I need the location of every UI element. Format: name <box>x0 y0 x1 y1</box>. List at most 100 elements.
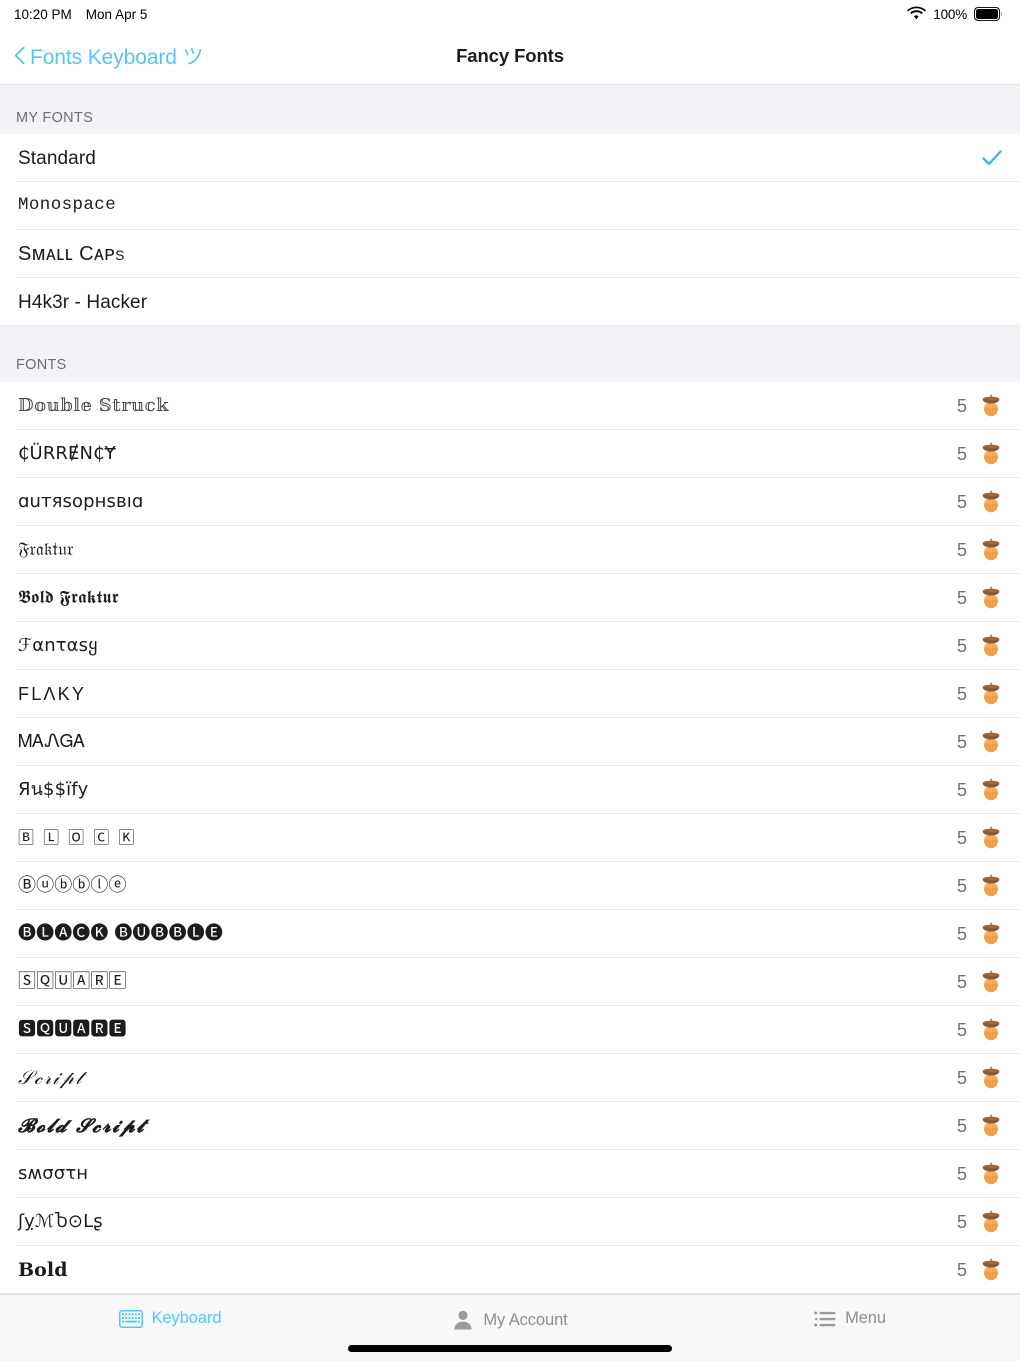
font-name: ᎷᎪᏁᏀᎪ <box>18 731 86 752</box>
row-accessory: 5 <box>957 1113 1004 1139</box>
list-item[interactable]: ₵ÜRRɆN₵Ɏ 5 <box>0 430 1020 478</box>
font-name: 𝐁𝐨𝐥𝐝 <box>18 1259 68 1281</box>
unlock-count: 5 <box>956 923 967 944</box>
acorn-icon <box>982 778 1000 801</box>
section-header-my-fonts: MY FONTS <box>0 105 1020 134</box>
font-name: ₵ÜRRɆN₵Ɏ <box>18 443 116 464</box>
acorn-icon <box>982 874 1000 897</box>
unlock-count: 5 <box>956 827 967 848</box>
list-item[interactable]: FLΛKY 5 <box>0 670 1020 718</box>
tab-menu[interactable]: Menu <box>680 1309 1020 1328</box>
acorn-currency[interactable] <box>978 969 1004 995</box>
acorn-currency[interactable] <box>978 585 1004 611</box>
acorn-currency[interactable] <box>978 681 1004 707</box>
row-accessory: 5 <box>957 729 1004 755</box>
status-time: 10:20 PM <box>14 6 72 22</box>
list-item[interactable]: 𝒮𝒸𝓇𝒾𝓅𝓉 5 <box>0 1054 1020 1102</box>
list-item[interactable]: 🄱 🄻 🄾 🄲 🄺 5 <box>0 814 1020 862</box>
row-accessory: 5 <box>957 441 1004 467</box>
acorn-currency[interactable] <box>978 1209 1004 1235</box>
unlock-count: 5 <box>956 683 967 704</box>
back-button[interactable]: Fonts Keyboard ツ <box>14 41 204 71</box>
acorn-icon <box>982 1162 1000 1185</box>
list-item[interactable]: 𝐁𝐨𝐥𝐝 5 <box>0 1246 1020 1294</box>
unlock-count: 5 <box>956 1019 967 1040</box>
list-item[interactable]: ꜱʍσστн 5 <box>0 1150 1020 1198</box>
unlock-count: 5 <box>956 587 967 608</box>
status-bar-right: 100% <box>907 6 1004 23</box>
list-item[interactable]: ʃỵℳႦ⊙Ⅼʂ 5 <box>0 1198 1020 1246</box>
font-name: FLΛKY <box>18 684 87 704</box>
battery-full-icon <box>974 7 1004 21</box>
font-name: ꜱʍσστн <box>18 1163 89 1184</box>
tab-my-account[interactable]: My Account <box>340 1309 680 1331</box>
list-item[interactable]: ℱαnταsყ 5 <box>0 622 1020 670</box>
list-item[interactable]: H4k3r - Hacker <box>0 278 1020 326</box>
list-item[interactable]: Яน$$ïfу 5 <box>0 766 1020 814</box>
acorn-icon <box>982 730 1000 753</box>
tab-label: Keyboard <box>151 1309 222 1327</box>
list-item[interactable]: Ⓑⓤⓑⓑⓛⓔ 5 <box>0 862 1020 910</box>
acorn-currency[interactable] <box>978 729 1004 755</box>
list-item[interactable]: 🅑🅛🅐🅒🅚 🅑🅤🅑🅑🅛🅔 5 <box>0 910 1020 958</box>
acorn-currency[interactable] <box>978 1065 1004 1091</box>
list-item[interactable]: 🅂🅀🅄🄰🅁🄴 5 <box>0 958 1020 1006</box>
font-name: ℱαnταsყ <box>18 635 98 656</box>
acorn-currency[interactable] <box>978 1017 1004 1043</box>
list-item[interactable]: 𝔉𝔯𝔞𝔨𝔱𝔲𝔯 5 <box>0 526 1020 574</box>
acorn-currency[interactable] <box>978 537 1004 563</box>
unlock-count: 5 <box>956 395 967 416</box>
acorn-currency[interactable] <box>978 1161 1004 1187</box>
acorn-icon <box>982 1066 1000 1089</box>
list-item[interactable]: 𝔻𝕠𝕦𝕓𝕝𝕖 𝕊𝕥𝕣𝕦𝕔𝕜 5 <box>0 382 1020 430</box>
list-item[interactable]: ᎷᎪᏁᏀᎪ 5 <box>0 718 1020 766</box>
list-item[interactable]: Monospace <box>0 182 1020 230</box>
acorn-currency[interactable] <box>978 441 1004 467</box>
list-item[interactable]: ɑuтяѕорнѕвıɑ 5 <box>0 478 1020 526</box>
acorn-currency[interactable] <box>978 489 1004 515</box>
acorn-currency[interactable] <box>978 777 1004 803</box>
list-item[interactable]: 𝕭𝖔𝖑𝖉 𝕱𝖗𝖆𝖐𝖙𝖚𝖗 5 <box>0 574 1020 622</box>
unlock-count: 5 <box>956 1067 967 1088</box>
acorn-currency[interactable] <box>978 921 1004 947</box>
acorn-currency[interactable] <box>978 633 1004 659</box>
font-name: 🅑🅛🅐🅒🅚 🅑🅤🅑🅑🅛🅔 <box>18 923 223 944</box>
unlock-count: 5 <box>956 491 967 512</box>
font-name: Sᴍᴀʟʟ Cᴀᴘs <box>18 243 125 265</box>
acorn-currency[interactable] <box>978 873 1004 899</box>
row-accessory: 5 <box>957 873 1004 899</box>
font-name: ɑuтяѕорнѕвıɑ <box>18 491 144 512</box>
row-accessory: 5 <box>957 1257 1004 1283</box>
app-root: 10:20 PM Mon Apr 5 100% Fonts Keyboard ツ… <box>0 0 1020 1361</box>
status-date: Mon Apr 5 <box>85 6 148 22</box>
acorn-icon <box>982 970 1000 993</box>
font-name: 🆂🆀🆄🅰🆁🅴 <box>18 1019 127 1040</box>
tab-bar: Keyboard My Account Menu <box>0 1294 1020 1361</box>
list-item[interactable]: Sᴍᴀʟʟ Cᴀᴘs <box>0 230 1020 278</box>
row-accessory: 5 <box>957 393 1004 419</box>
row-accessory: 5 <box>957 1017 1004 1043</box>
font-name: 🄱 🄻 🄾 🄲 🄺 <box>18 828 137 847</box>
person-icon <box>452 1309 474 1331</box>
battery-percentage: 100% <box>933 6 967 22</box>
acorn-icon <box>982 394 1000 417</box>
acorn-currency[interactable] <box>978 1257 1004 1283</box>
acorn-currency[interactable] <box>978 393 1004 419</box>
tab-keyboard[interactable]: Keyboard <box>0 1309 340 1328</box>
acorn-icon <box>982 538 1000 561</box>
list-item[interactable]: 🆂🆀🆄🅰🆁🅴 5 <box>0 1006 1020 1054</box>
acorn-icon <box>982 1258 1000 1281</box>
acorn-currency[interactable] <box>978 1113 1004 1139</box>
list-item[interactable]: Standard <box>0 134 1020 182</box>
acorn-currency[interactable] <box>978 825 1004 851</box>
unlock-count: 5 <box>956 971 967 992</box>
row-accessory: 5 <box>957 585 1004 611</box>
row-accessory: 5 <box>957 777 1004 803</box>
row-accessory: 5 <box>957 681 1004 707</box>
fonts-list[interactable]: MY FONTS Standard Monospace Sᴍᴀʟʟ Cᴀᴘs H… <box>0 84 1020 1294</box>
my-fonts-rows: Standard Monospace Sᴍᴀʟʟ Cᴀᴘs H4k3r - Ha… <box>0 134 1020 326</box>
acorn-icon <box>982 1210 1000 1233</box>
font-name: 🅂🅀🅄🄰🅁🄴 <box>18 971 127 992</box>
list-item[interactable]: 𝓑𝓸𝓵𝓭 𝓢𝓬𝓻𝓲𝓹𝓽 5 <box>0 1102 1020 1150</box>
row-accessory: 5 <box>957 489 1004 515</box>
